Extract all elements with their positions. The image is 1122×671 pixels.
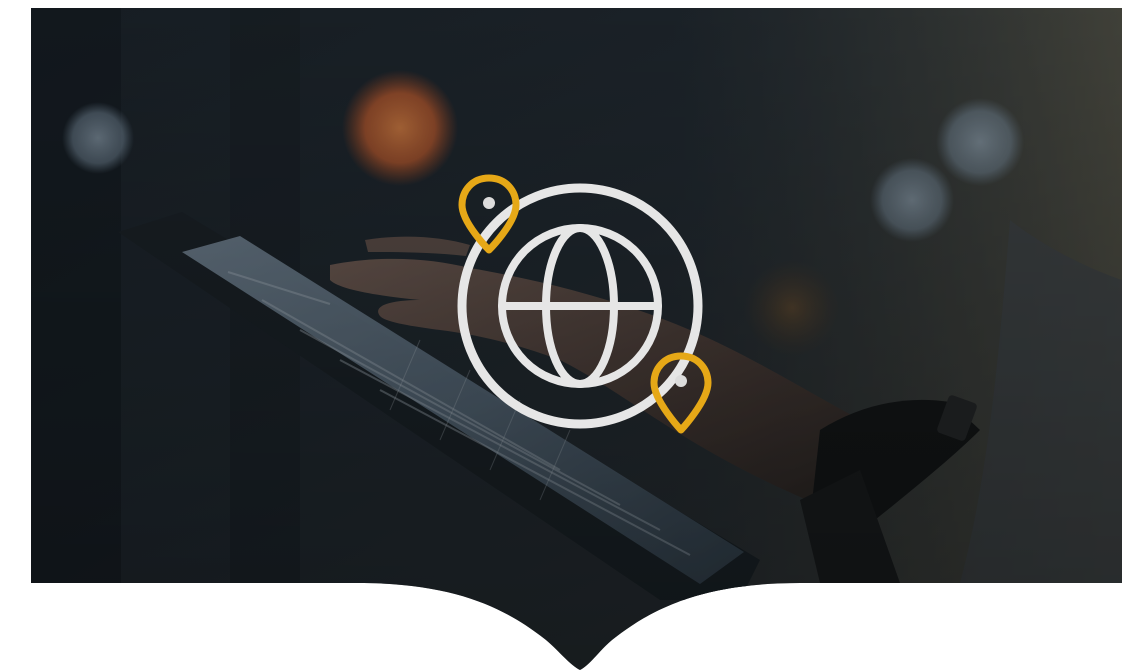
hero-banner xyxy=(0,0,1122,671)
background-photo xyxy=(31,8,1122,670)
hero-illustration xyxy=(31,8,1122,670)
